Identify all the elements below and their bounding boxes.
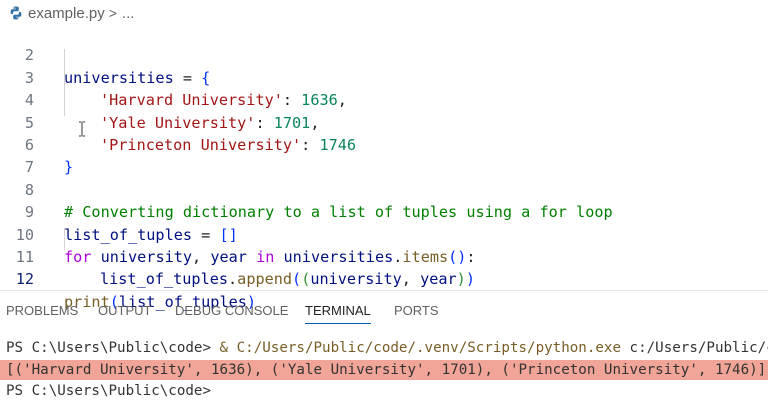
- code-line[interactable]: 8 # Converting dictionary to a list of t…: [0, 156, 768, 221]
- terminal-prompt: PS C:\Users\Public\code>: [6, 340, 220, 356]
- terminal-argument: c:/Users/Public/c: [621, 340, 768, 356]
- terminal-line: PS C:\Users\Public\code> & C:/Users/Publ…: [6, 338, 768, 358]
- tab-output[interactable]: OUTPUT: [98, 303, 151, 323]
- code-line[interactable]: 6 }: [0, 112, 768, 176]
- code-line-active[interactable]: 12 print(list_of_tuples): [0, 246, 768, 310]
- ibeam-cursor-icon: [79, 121, 85, 137]
- code-line[interactable]: 9 list_of_tuples = []: [0, 179, 768, 243]
- code-token: ): [456, 270, 466, 289]
- code-editor[interactable]: 2 universities = { 3 'Harvard University…: [0, 22, 768, 310]
- code-token: .: [228, 270, 238, 289]
- code-line[interactable]: 4 'Yale University': 1701,: [0, 67, 768, 131]
- tab-problems[interactable]: PROBLEMS: [6, 303, 78, 323]
- code-function: append: [237, 270, 293, 289]
- terminal-prompt: PS C:\Users\Public\code>: [6, 383, 211, 399]
- code-token: year: [420, 270, 457, 289]
- code-line[interactable]: 2 universities = {: [0, 22, 768, 86]
- code-line[interactable]: 5 'Princeton University': 1746: [0, 89, 768, 154]
- python-file-icon: [8, 5, 24, 21]
- tab-terminal[interactable]: TERMINAL: [305, 303, 371, 324]
- code-line[interactable]: 10 for university, year in universities.…: [0, 201, 768, 266]
- terminal-output-highlighted: [('Harvard University', 1636), ('Yale Un…: [0, 360, 768, 380]
- chevron-right-icon: >: [108, 5, 117, 21]
- code-token: list_of_tuples: [100, 270, 229, 289]
- code-token: ): [465, 270, 475, 289]
- code-token: (: [292, 270, 302, 289]
- code-token: university: [310, 270, 402, 289]
- terminal-operator: &: [219, 340, 237, 356]
- code-line[interactable]: 7: [0, 134, 768, 176]
- breadcrumb-more[interactable]: ...: [122, 5, 135, 22]
- terminal[interactable]: PS C:\Users\Public\code> & C:/Users/Publ…: [0, 336, 768, 404]
- panel-tab-bar: PROBLEMS OUTPUT DEBUG CONSOLE TERMINAL P…: [0, 290, 768, 331]
- code-line[interactable]: 3 'Harvard University': 1636,: [0, 44, 768, 109]
- tab-ports[interactable]: PORTS: [394, 303, 439, 323]
- code-line[interactable]: 11 list_of_tuples.append((university, ye…: [0, 224, 768, 288]
- code-token: ,: [401, 270, 421, 289]
- line-number-active: 12: [15, 270, 34, 289]
- code-token: (: [301, 270, 311, 289]
- tab-debug-console[interactable]: DEBUG CONSOLE: [175, 303, 288, 323]
- breadcrumb-file[interactable]: example.py: [28, 5, 105, 22]
- terminal-command: C:/Users/Public/code/.venv/Scripts/pytho…: [236, 340, 622, 356]
